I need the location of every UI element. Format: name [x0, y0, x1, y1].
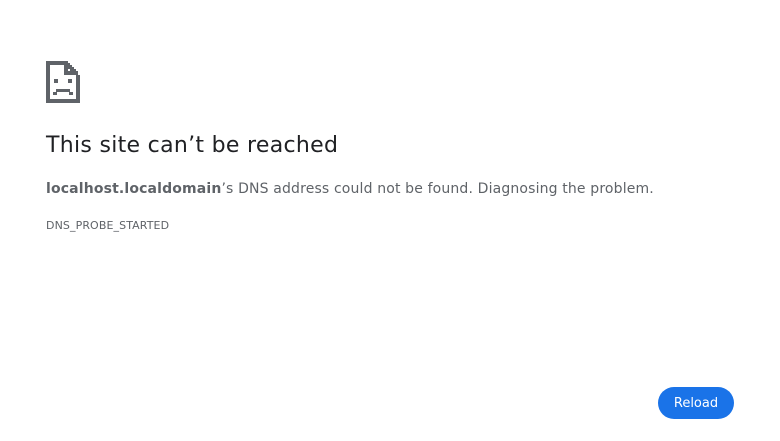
reload-button[interactable]: Reload [658, 387, 734, 419]
page-title: This site can’t be reached [46, 133, 339, 158]
error-message: ’s DNS address could not be found. Diagn… [221, 181, 654, 197]
error-page: This site can’t be reached localhost.loc… [0, 0, 780, 441]
error-code: DNS_PROBE_STARTED [46, 219, 170, 232]
error-summary: localhost.localdomain’s DNS address coul… [46, 181, 654, 197]
error-host: localhost.localdomain [46, 181, 222, 197]
sad-page-icon [46, 61, 80, 103]
